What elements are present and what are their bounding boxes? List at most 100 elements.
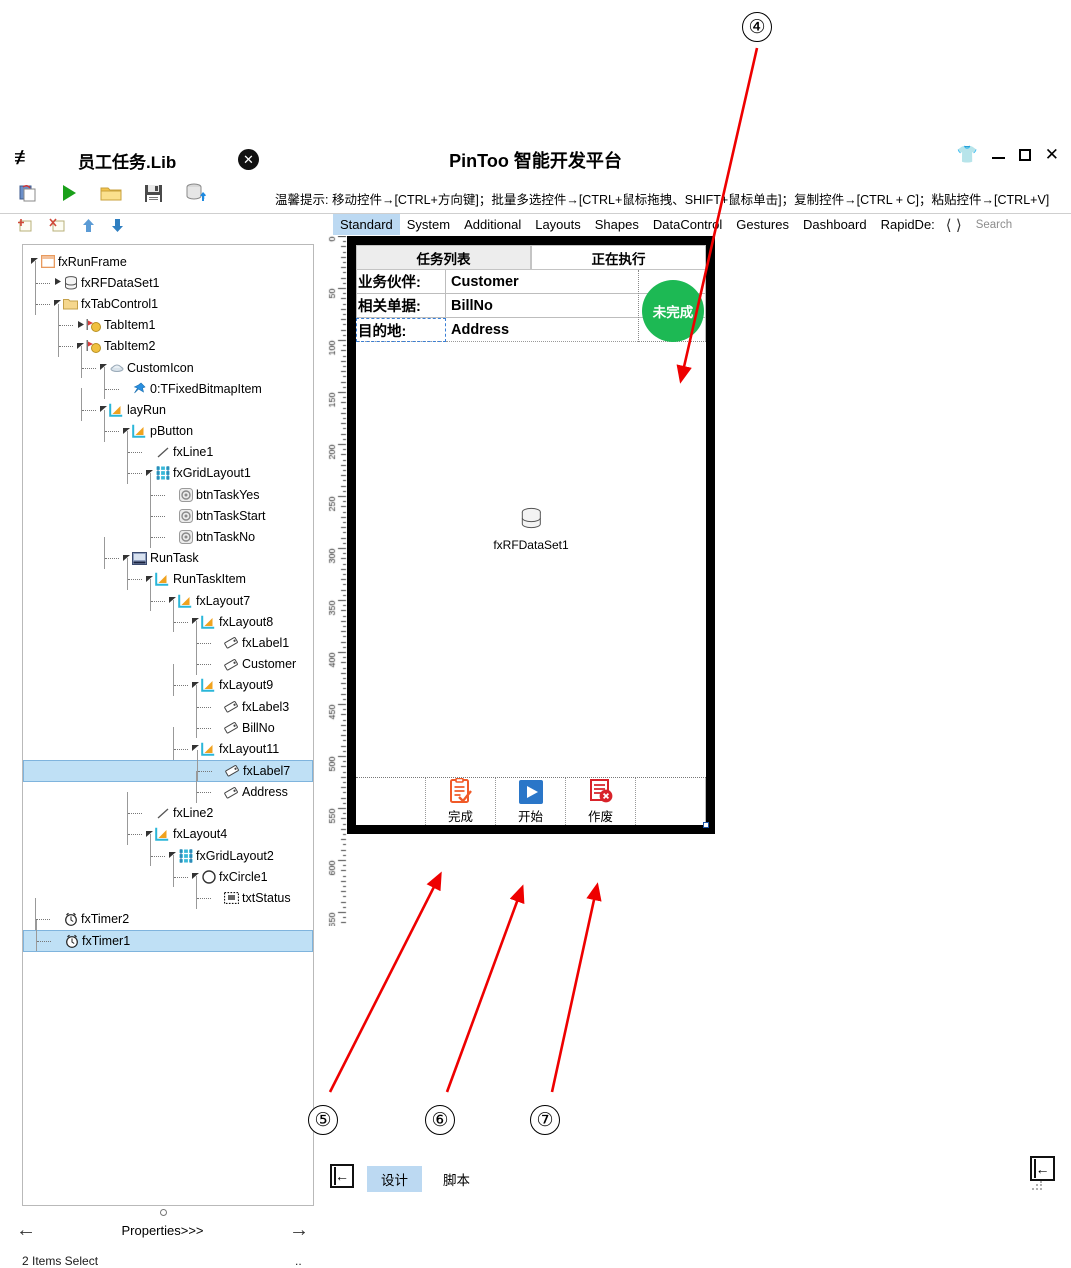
tree-item-runtaskitem[interactable]: RunTaskItem <box>23 557 313 590</box>
tree-item-btntaskno[interactable]: btnTaskNo <box>23 515 313 548</box>
device-preview[interactable]: 任务列表 正在执行 业务伙伴: Customer 相关单据: BillNo 目的地: Add… <box>347 236 715 834</box>
collapse-arrow-icon[interactable] <box>52 277 63 288</box>
properties-prev-arrow[interactable]: ← <box>16 1219 36 1242</box>
preview-field-label[interactable]: 业务伙伴: <box>356 270 446 294</box>
tree-item-fxgridlayout2[interactable]: fxGridLayout2 <box>23 834 313 867</box>
action-button-void[interactable]: 作废 <box>566 778 636 825</box>
tree-item-fxlayout7[interactable]: fxLayout7 <box>23 579 313 612</box>
tree-connector <box>128 579 142 581</box>
new-form-icon[interactable] <box>18 183 38 206</box>
tree-item-fxlabel7[interactable]: fxLabel7 <box>23 749 313 782</box>
palette-tab-gestures[interactable]: Gestures <box>729 214 796 235</box>
tree-item-fxlayout9[interactable]: fxLayout9 <box>23 663 313 696</box>
chevron-right-icon[interactable]: ⟩ <box>956 217 962 234</box>
tree-item-btntaskyes[interactable]: btnTaskYes <box>23 473 313 506</box>
component-tree[interactable]: fxRunFrame fxRFDataSet1 fxTabControl1 TabIt… <box>22 244 314 1206</box>
tree-item-label: fxGridLayout2 <box>196 848 274 863</box>
tree-item-fxrunframe[interactable]: fxRunFrame <box>23 251 313 272</box>
chevron-left-icon[interactable]: ⟨ <box>946 217 952 234</box>
tree-indent <box>23 473 167 506</box>
tree-item-fxgridlayout1[interactable]: fxGridLayout1 <box>23 451 313 485</box>
device-screen: 任务列表 正在执行 业务伙伴: Customer 相关单据: BillNo 目的地: Add… <box>356 245 709 828</box>
preview-tab-strip[interactable]: 任务列表 正在执行 <box>356 245 706 270</box>
action-button-start[interactable]: 开始 <box>496 778 566 825</box>
tree-item-fxline1[interactable]: fxLine1 <box>23 430 313 463</box>
palette-tab-standard[interactable]: Standard <box>333 214 400 235</box>
tree-item-billno[interactable]: BillNo <box>23 706 313 739</box>
label-icon <box>224 699 239 714</box>
panel-resize-dot[interactable] <box>160 1209 167 1216</box>
preview-tab-1[interactable]: 任务列表 <box>356 245 531 270</box>
tree-item-fxline2[interactable]: fxLine2 <box>23 791 313 824</box>
tree-item-pbutton[interactable]: pButton <box>23 409 313 442</box>
run-icon[interactable] <box>60 184 78 205</box>
tree-indent <box>23 876 213 909</box>
tree-item-fxlabel1[interactable]: fxLabel1 <box>23 621 313 654</box>
preview-field-label[interactable]: 目的地: <box>356 318 446 342</box>
tree-item-tabitem1[interactable]: TabItem1 <box>23 303 313 336</box>
palette-tab-additional[interactable]: Additional <box>457 214 528 235</box>
delete-item-icon[interactable] <box>49 218 66 236</box>
open-folder-icon[interactable] <box>100 184 122 205</box>
minimize-icon[interactable] <box>991 148 1005 161</box>
tree-item-layrun[interactable]: layRun <box>23 388 313 421</box>
palette-tab-system[interactable]: System <box>400 214 457 235</box>
palette-scroll-nav[interactable]: ⟨ ⟩ <box>946 216 962 234</box>
design-canvas[interactable]: 任务列表 正在执行 业务伙伴: Customer 相关单据: BillNo 目的地: Add… <box>347 236 1071 1040</box>
resize-grip[interactable] <box>1032 1180 1042 1190</box>
tree-connector <box>59 325 73 327</box>
tree-item-txtstatus[interactable]: txtStatus <box>23 876 313 909</box>
preview-field-label[interactable]: 相关单据: <box>356 294 446 318</box>
tree-item-fxrfdataset1[interactable]: fxRFDataSet1 <box>23 261 313 294</box>
collapse-right-icon[interactable]: ← <box>1030 1156 1055 1181</box>
tree-item-fxlabel3[interactable]: fxLabel3 <box>23 684 313 718</box>
move-up-icon[interactable] <box>82 218 95 236</box>
tree-connector-vertical <box>150 579 151 612</box>
tree-item-0-tfixedbitmapitem[interactable]: 0:TFixedBitmapItem <box>23 367 313 400</box>
properties-label[interactable]: Properties>>> <box>121 1223 203 1238</box>
tree-item-fxtimer1[interactable]: fxTimer1 <box>23 919 313 952</box>
status-badge[interactable]: 未完成 <box>642 280 704 342</box>
tab-script[interactable]: 脚本 <box>429 1166 484 1192</box>
properties-next-arrow[interactable]: → <box>289 1219 309 1242</box>
tree-indent <box>23 536 121 569</box>
expand-arrow-icon[interactable] <box>190 743 201 754</box>
resize-handle[interactable] <box>703 822 709 828</box>
close-icon[interactable]: ✕ <box>1045 146 1059 163</box>
action-button-complete[interactable]: 完成 <box>426 778 496 825</box>
palette-tab-dashboard[interactable]: Dashboard <box>796 214 874 235</box>
preview-action-bar[interactable]: 完成 开始 作废 <box>356 777 706 825</box>
maximize-icon[interactable] <box>1018 148 1031 161</box>
tree-item-fxlayout4[interactable]: fxLayout4 <box>23 812 313 846</box>
collapse-left-icon[interactable]: ← <box>330 1164 354 1188</box>
tree-item-btntaskstart[interactable]: btnTaskStart <box>23 494 313 527</box>
palette-tab-datacontrol[interactable]: DataControl <box>646 214 729 235</box>
collapse-arrow-icon[interactable] <box>75 320 86 331</box>
tree-item-address[interactable]: Address <box>23 770 313 803</box>
timer-icon <box>64 933 79 948</box>
tree-item-runtask[interactable]: RunTask <box>23 536 313 569</box>
tab-design[interactable]: 设计 <box>367 1166 422 1192</box>
tree-item-tabitem2[interactable]: TabItem2 <box>23 324 313 357</box>
palette-tab-shapes[interactable]: Shapes <box>588 214 646 235</box>
action-label-start: 开始 <box>517 809 543 824</box>
tree-item-customer[interactable]: Customer <box>23 642 313 675</box>
move-down-icon[interactable] <box>111 218 124 236</box>
tree-item-fxlayout11[interactable]: fxLayout11 <box>23 727 313 760</box>
dataset-placeholder[interactable]: fxRFDataSet1 <box>493 507 569 552</box>
database-icon[interactable] <box>185 183 207 206</box>
tree-item-fxtimer2[interactable]: fxTimer2 <box>23 897 313 930</box>
save-icon[interactable] <box>144 184 163 206</box>
palette-tabs[interactable]: Standard System Additional Layouts Shapes Dat… <box>325 214 1071 235</box>
add-item-icon[interactable] <box>16 218 33 236</box>
palette-search-input[interactable]: Search <box>976 219 1012 231</box>
tree-item-customicon[interactable]: CustomIcon <box>23 345 313 379</box>
tree-item-fxlayout8[interactable]: fxLayout8 <box>23 600 313 633</box>
palette-tab-layouts[interactable]: Layouts <box>528 214 588 235</box>
preview-tab-2[interactable]: 正在执行 <box>531 245 706 270</box>
tree-item-fxcircle1[interactable]: fxCircle1 <box>23 855 313 888</box>
tree-item-fxtabcontrol1[interactable]: fxTabControl1 <box>23 282 313 315</box>
action-label-complete: 完成 <box>447 810 473 824</box>
shirt-theme-icon[interactable]: 👕 <box>957 146 978 163</box>
palette-tab-rapidde-[interactable]: RapidDe: <box>874 214 942 235</box>
